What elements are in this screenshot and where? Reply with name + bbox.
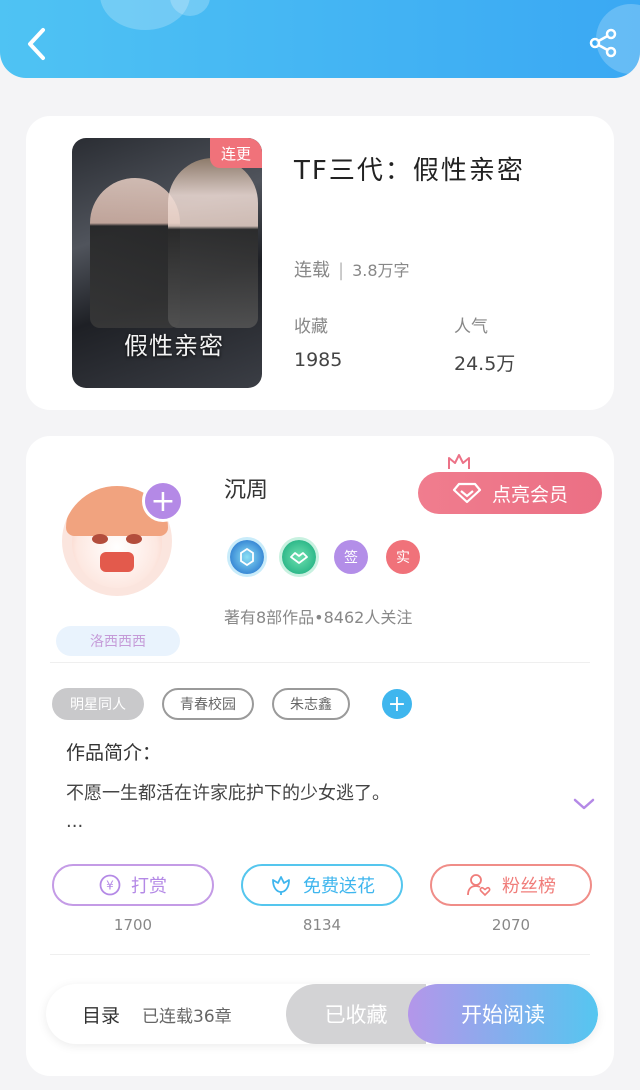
fans-action: 粉丝榜 2070 — [430, 864, 592, 934]
favorites-label: 收藏 — [294, 317, 328, 337]
action-row: ¥ 打赏 1700 免费送花 8134 粉丝榜 2070 — [52, 864, 592, 934]
word-count: 3.8万字 — [352, 261, 410, 280]
toc-button[interactable]: 目录 已连载36章 — [82, 984, 232, 1044]
reward-action: ¥ 打赏 1700 — [52, 864, 214, 934]
reward-button[interactable]: ¥ 打赏 — [52, 864, 214, 906]
cover-figure — [90, 178, 180, 328]
fans-rank-label: 粉丝榜 — [502, 876, 556, 897]
chevron-down-icon — [573, 798, 595, 810]
send-flower-button[interactable]: 免费送花 — [241, 864, 403, 906]
tag-item[interactable]: 明星同人 — [52, 688, 144, 720]
flower-action: 免费送花 8134 — [241, 864, 403, 934]
serial-status: 连载 — [294, 260, 330, 281]
collected-button[interactable]: 已收藏 — [286, 984, 426, 1044]
chapter-count: 已连载36章 — [142, 1006, 232, 1027]
add-tag-button[interactable]: + — [382, 689, 412, 719]
favorites-stat: 收藏 1985 — [294, 312, 342, 371]
vip-button[interactable]: 点亮会员 — [418, 472, 602, 514]
expand-intro-button[interactable] — [572, 796, 596, 815]
back-button[interactable] — [20, 24, 52, 64]
share-icon — [589, 28, 617, 58]
cover-title: 假性亲密 — [124, 332, 224, 360]
chevron-left-icon — [28, 28, 45, 60]
update-badge: 连更 — [210, 138, 262, 168]
intro-title: 作品简介： — [66, 742, 162, 764]
vip-label: 点亮会员 — [491, 483, 568, 506]
share-button[interactable] — [586, 26, 620, 60]
book-info-card: 假性亲密 连更 TF三代：假性亲密 连载 | 3.8万字 收藏 1985 人气 24… — [26, 116, 614, 410]
reward-count: 1700 — [113, 916, 153, 934]
separator: | — [338, 260, 345, 281]
follow-button[interactable]: + — [142, 480, 184, 522]
verified-badge[interactable]: 实 — [386, 540, 420, 574]
intro-body: 不愿一生都活在许家庇护下的少女逃了。 — [66, 783, 390, 804]
fans-rank-button[interactable]: 粉丝榜 — [430, 864, 592, 906]
flower-icon — [272, 876, 290, 895]
tag-list: 明星同人 青春校园 朱志鑫 + — [52, 688, 412, 720]
send-flower-label: 免费送花 — [303, 876, 375, 897]
divider — [50, 662, 590, 663]
crown-icon — [448, 454, 470, 469]
handshake-badge-icon[interactable] — [282, 540, 316, 574]
diamond-icon — [452, 482, 482, 504]
author-badges: 签 实 — [230, 540, 420, 574]
book-status-line: 连载 | 3.8万字 — [294, 256, 410, 282]
tag-item[interactable]: 朱志鑫 — [272, 688, 350, 720]
cover-figure — [168, 158, 258, 328]
fans-count: 2070 — [491, 916, 531, 934]
book-title: TF三代：假性亲密 — [294, 156, 525, 186]
start-reading-button[interactable]: 开始阅读 — [408, 984, 598, 1044]
flower-count: 8134 — [302, 916, 342, 934]
signed-badge[interactable]: 签 — [334, 540, 368, 574]
favorites-value: 1985 — [294, 349, 343, 371]
reward-label: 打赏 — [131, 876, 167, 897]
tag-item[interactable]: 青春校园 — [162, 688, 254, 720]
bottom-action-bar: 目录 已连载36章 已收藏 开始阅读 — [46, 984, 598, 1044]
author-card: + 洛西西西 沉周 点亮会员 签 实 著有8部作品•8462人关注 明星同人 青… — [26, 436, 614, 1076]
svg-text:¥: ¥ — [106, 879, 114, 893]
popularity-label: 人气 — [454, 317, 488, 337]
user-heart-icon — [467, 874, 491, 897]
popularity-value: 24.5万 — [454, 353, 516, 375]
yen-icon: ¥ — [99, 874, 121, 896]
popularity-stat: 人气 24.5万 — [454, 312, 515, 376]
divider — [50, 954, 590, 955]
book-cover[interactable]: 假性亲密 连更 — [72, 138, 262, 388]
toc-label: 目录 — [82, 1004, 121, 1027]
intro-text: 不愿一生都活在许家庇护下的少女逃了。 ... — [66, 780, 526, 836]
intro-ellipsis: ... — [66, 811, 84, 832]
level-badge-icon[interactable] — [230, 540, 264, 574]
top-bar — [0, 0, 640, 78]
author-nameplate: 洛西西西 — [56, 626, 180, 656]
author-name[interactable]: 沉周 — [224, 472, 268, 504]
author-meta: 著有8部作品•8462人关注 — [224, 608, 413, 627]
